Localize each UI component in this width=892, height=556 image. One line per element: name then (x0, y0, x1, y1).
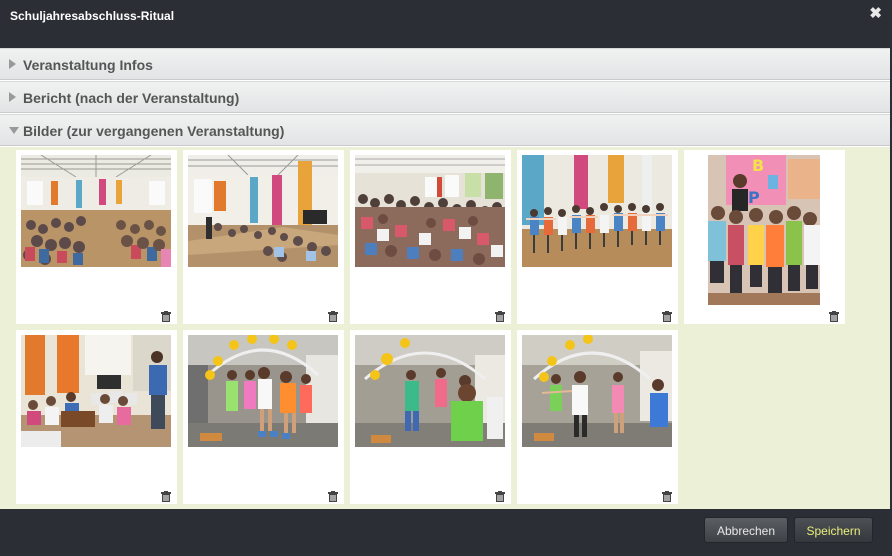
photo-thumbnail[interactable] (522, 155, 672, 267)
trash-icon[interactable] (829, 309, 839, 322)
dialog-title: Schuljahresabschluss-Ritual (10, 9, 175, 23)
trash-icon[interactable] (161, 489, 171, 502)
cancel-button[interactable]: Abbrechen (704, 517, 788, 543)
photo-card (517, 330, 678, 504)
collapse-triangle-icon (9, 127, 19, 134)
close-icon[interactable]: ✖ (869, 6, 882, 22)
photo-thumbnail[interactable] (188, 335, 338, 447)
save-button[interactable]: Speichern (794, 517, 873, 543)
photo-thumbnail[interactable] (522, 335, 672, 447)
photo-thumbnail[interactable] (355, 335, 505, 447)
svg-text:P: P (748, 188, 760, 207)
photo-thumbnail[interactable] (355, 155, 505, 267)
trash-icon[interactable] (161, 309, 171, 322)
section-label: Bilder (zur vergangenen Veranstaltung) (23, 123, 285, 139)
photo-card (183, 330, 344, 504)
trash-icon[interactable] (328, 489, 338, 502)
dialog-footer: Abbrechen Speichern (0, 509, 892, 556)
section-bericht[interactable]: Bericht (nach der Veranstaltung) (0, 81, 890, 113)
dialog-titlebar: Schuljahresabschluss-Ritual ✖ (0, 0, 892, 48)
photo-card (350, 330, 511, 504)
photo-card: B P (684, 150, 845, 324)
trash-icon[interactable] (328, 309, 338, 322)
photo-card (16, 150, 177, 324)
photo-gallery: B P (0, 147, 890, 552)
dialog-content: Veranstaltung Infos Bericht (nach der Ve… (0, 48, 890, 552)
photo-thumbnail[interactable]: B P (708, 155, 820, 305)
photo-thumbnail[interactable] (21, 155, 171, 267)
photo-card (517, 150, 678, 324)
section-veranstaltung-infos[interactable]: Veranstaltung Infos (0, 48, 890, 80)
photo-card (350, 150, 511, 324)
section-label: Veranstaltung Infos (23, 57, 153, 73)
photo-card (16, 330, 177, 504)
section-label: Bericht (nach der Veranstaltung) (23, 90, 240, 106)
section-bilder[interactable]: Bilder (zur vergangenen Veranstaltung) (0, 114, 890, 146)
trash-icon[interactable] (662, 309, 672, 322)
photo-card (183, 150, 344, 324)
expand-triangle-icon (9, 59, 16, 69)
trash-icon[interactable] (662, 489, 672, 502)
expand-triangle-icon (9, 92, 16, 102)
photo-thumbnail[interactable] (188, 155, 338, 267)
svg-text:B: B (752, 156, 764, 175)
trash-icon[interactable] (495, 489, 505, 502)
trash-icon[interactable] (495, 309, 505, 322)
photo-thumbnail[interactable] (21, 335, 171, 447)
